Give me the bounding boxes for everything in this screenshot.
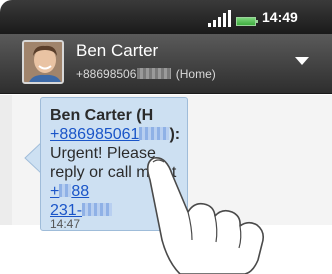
conversation-header[interactable]: Ben Carter +88698506 (Home)	[0, 34, 332, 94]
message-sender: Ben Carter (H	[50, 107, 154, 124]
masked-digits	[137, 68, 172, 79]
status-bar: 14:49	[0, 0, 332, 34]
pointing-hand-icon	[146, 157, 264, 274]
masked-digits	[139, 127, 170, 140]
link-plus: +	[50, 183, 60, 200]
contact-number-digits: +88698506	[76, 67, 137, 81]
contact-number: +88698506 (Home)	[76, 67, 216, 81]
signal-icon	[208, 10, 231, 27]
person-photo-icon	[24, 42, 62, 82]
masked-digits	[82, 203, 113, 216]
chevron-down-icon[interactable]	[292, 54, 312, 68]
link-digits: 88	[71, 183, 90, 200]
phone-number-link[interactable]: +88	[50, 183, 89, 200]
masked-digits	[59, 184, 72, 197]
status-time: 14:49	[262, 9, 298, 25]
contact-avatar[interactable]	[22, 40, 64, 84]
battery-icon	[236, 17, 258, 26]
contact-name: Ben Carter	[76, 41, 159, 60]
message-time: 14:47	[50, 217, 81, 231]
contact-number-label: (Home)	[175, 67, 216, 81]
